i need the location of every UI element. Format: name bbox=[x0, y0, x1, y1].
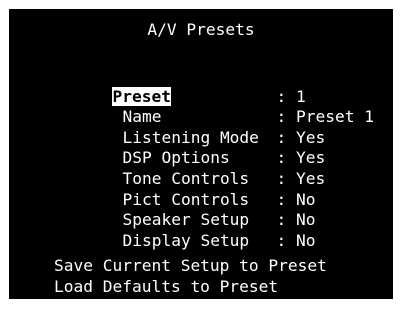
menu-item-value: Preset 1 bbox=[295, 107, 374, 127]
separator: : bbox=[276, 107, 287, 127]
menu-item-value: 1 bbox=[295, 86, 306, 106]
separator: : bbox=[276, 230, 287, 250]
screen-title: A/V Presets bbox=[147, 20, 255, 39]
separator: : bbox=[276, 148, 287, 168]
separator: : bbox=[276, 210, 287, 230]
menu-item-label: Name bbox=[122, 107, 162, 127]
menu-item-preset[interactable]: Preset: 1 bbox=[54, 66, 374, 106]
menu-item-label: Pict Controls bbox=[122, 189, 250, 209]
separator: : bbox=[276, 189, 287, 209]
menu-item-label: Tone Controls bbox=[122, 168, 250, 188]
menu-item-value: Yes bbox=[295, 148, 326, 168]
selection-highlight: Preset bbox=[112, 86, 171, 106]
menu-item-label: Preset bbox=[112, 86, 276, 108]
osd-screen: A/V Presets Preset: 1 Name: Preset 1 Lis… bbox=[9, 9, 393, 299]
separator: : bbox=[276, 86, 287, 106]
menu-item-value: No bbox=[295, 210, 316, 230]
menu-item-label: DSP Options bbox=[122, 148, 230, 168]
menu-item-value: No bbox=[295, 230, 316, 250]
separator: : bbox=[276, 168, 287, 188]
separator: : bbox=[276, 127, 287, 147]
menu-item-value: No bbox=[295, 189, 316, 209]
menu-item-label: Display Setup bbox=[122, 230, 250, 250]
save-current-setup-action[interactable]: Save Current Setup to Preset bbox=[54, 256, 327, 277]
menu-item-label: Speaker Setup bbox=[122, 210, 250, 230]
load-defaults-action[interactable]: Load Defaults to Preset bbox=[54, 277, 278, 298]
menu-item-label: Listening Mode bbox=[122, 127, 259, 147]
preset-menu: Preset: 1 Name: Preset 1 Listening Mode:… bbox=[54, 66, 374, 250]
menu-item-value: Yes bbox=[295, 168, 326, 188]
menu-item-value: Yes bbox=[295, 127, 326, 147]
